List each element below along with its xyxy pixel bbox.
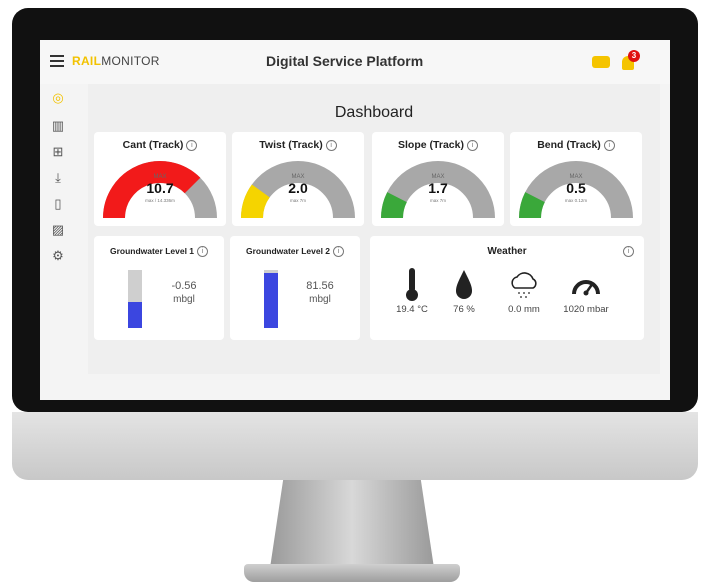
info-icon[interactable]: i [186,139,198,151]
weather-pressure: 1020 mbar [556,266,616,315]
monitor-stand [270,480,434,568]
gauge-subtext: max 7m [429,198,446,203]
groundwater-card-2[interactable]: Groundwater Level 2i 81.56 mbgl [230,236,360,340]
monitor-base [244,564,460,582]
pressure-gauge-icon [556,266,616,302]
gauge-value: 10.7 [146,180,174,196]
user-icon[interactable] [592,56,610,68]
monitor-frame: RAILMONITOR Digital Service Platform 3 ◎… [12,8,698,412]
document-icon[interactable]: ▯ [50,196,66,212]
water-level-fill [264,272,278,328]
groundwater-unit: mbgl [173,294,195,305]
gauge-subtext: max 7m [289,198,306,203]
gauge-subtext: max 0.12m [564,198,588,203]
app-title: Digital Service Platform [266,53,424,69]
map-icon[interactable]: ⊞ [50,144,66,160]
gauge-title: Twist (Track) [259,139,323,151]
screen: RAILMONITOR Digital Service Platform 3 ◎… [40,40,670,400]
hamburger-menu-icon[interactable] [50,55,64,70]
bar-chart-icon[interactable]: ▥ [50,118,66,134]
page-title: Dashboard [334,104,414,121]
settings-icon[interactable]: ⚙ [50,248,66,264]
weather-title: Weather [487,246,527,257]
weather-rain: 0.0 mm [494,266,554,315]
weather-card[interactable]: Weather i 19.4 °C 76 % 0.0 mm 1020 mbar [370,236,644,340]
home-icon[interactable]: ◎ [50,90,66,106]
info-icon[interactable]: i [333,246,345,258]
gauge-value: 1.7 [428,180,448,196]
humidity-drop-icon [434,266,494,302]
weather-temperature: 19.4 °C [382,266,442,315]
image-icon[interactable]: ▨ [50,222,66,238]
gauge-value: 2.0 [288,180,308,196]
groundwater-title: Groundwater Level 1 [109,246,195,256]
groundwater-value: 81.56 [306,280,334,292]
gauge-card-bend[interactable]: Bend (Track) i MAX 0.5 max 0.12m [510,132,642,226]
groundwater-title: Groundwater Level 2 [245,246,331,256]
gauge-card-slope[interactable]: Slope (Track) i MAX 1.7 max 7m [372,132,504,226]
groundwater-unit: mbgl [309,294,331,305]
gauge-title: Cant (Track) [122,139,184,151]
sidebar: ◎ ▥ ⊞ ⤓ ▯ ▨ ⚙ [46,84,76,314]
gauge-title: Bend (Track) [537,139,601,151]
gauge-subtext: max / 14.336m [145,198,175,203]
gauge-title: Slope (Track) [398,139,464,151]
water-level-tube [264,270,278,328]
thermometer-icon [382,266,442,302]
water-level-tube [128,270,142,328]
rain-cloud-icon [494,266,554,302]
groundwater-card-1[interactable]: Groundwater Level 1i -0.56 mbgl [94,236,224,340]
info-icon[interactable]: i [603,139,615,151]
gauge-card-cant[interactable]: Cant (Track) i MAX 10.7 max / 14.336m [94,132,226,226]
weather-humidity: 76 % [434,266,494,315]
info-icon[interactable]: i [197,246,209,258]
water-level-fill [128,301,142,328]
top-bar: RAILMONITOR Digital Service Platform 3 [40,40,670,84]
download-icon[interactable]: ⤓ [50,170,66,186]
info-icon[interactable]: i [325,139,337,151]
info-icon[interactable]: i [466,139,478,151]
notification-badge: 3 [628,50,640,62]
gauge-card-twist[interactable]: Twist (Track) i MAX 2.0 max 7m [232,132,364,226]
monitor-chin [12,412,698,480]
info-icon[interactable]: i [623,246,634,257]
gauge-value: 0.5 [566,180,586,196]
app-logo[interactable]: RAILMONITOR [72,54,160,68]
groundwater-value: -0.56 [171,280,197,292]
